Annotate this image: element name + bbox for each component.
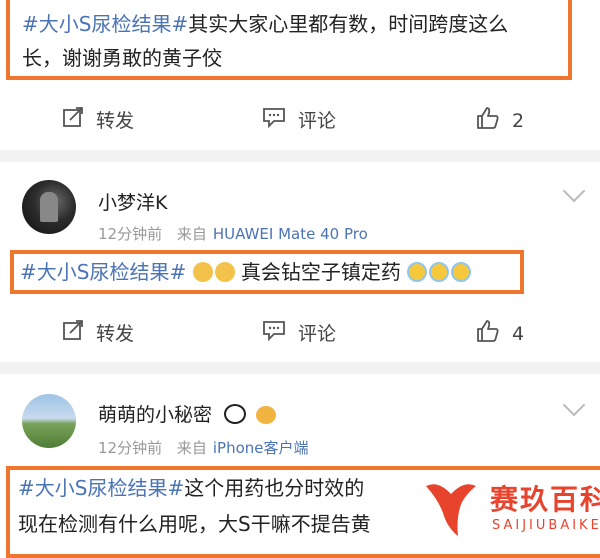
device-source[interactable]: HUAWEI Mate 40 Pro (213, 225, 368, 243)
hashtag-link[interactable]: #大小S尿检结果# (18, 476, 184, 500)
repost-icon (62, 106, 96, 133)
comment-button[interactable]: 评论 (262, 106, 336, 133)
chevron-down-icon[interactable] (562, 393, 586, 417)
post-separator (0, 362, 600, 374)
panda-emoji-icon (224, 404, 247, 424)
doge-emoji-icon (192, 262, 213, 282)
laugh-cry-emoji-icon (407, 262, 428, 282)
like-button[interactable]: 2 (476, 106, 524, 135)
laugh-cry-emoji-icon (429, 262, 450, 282)
avatar[interactable] (22, 180, 76, 234)
chevron-down-icon[interactable] (562, 179, 586, 203)
post-separator (0, 150, 600, 162)
comment-icon (262, 319, 298, 346)
doge-emoji-icon (214, 262, 235, 282)
post-text-line2: 现在检测有什么用呢，大S干嘛不提告黄 (18, 512, 371, 536)
post-text-line2: 长，谢谢勇敢的黄子佼 (22, 46, 222, 70)
pufferfish-emoji-icon (256, 406, 277, 424)
laugh-cry-emoji-icon (451, 262, 472, 282)
username[interactable]: 小梦洋K (98, 188, 167, 215)
avatar[interactable] (22, 394, 76, 448)
watermark-name: 赛玖百科 (490, 483, 600, 516)
hashtag-link[interactable]: #大小S尿检结果# (22, 12, 188, 36)
watermark-pinyin: SAIJIUBAIKE (492, 518, 600, 533)
post-text: #大小S尿检结果#这个用药也分时效的 (18, 476, 365, 500)
comment-button[interactable]: 评论 (262, 319, 336, 346)
like-button[interactable]: 4 (476, 319, 524, 348)
watermark-logo (418, 476, 484, 546)
post-meta: 12分钟前 来自 HUAWEI Mate 40 Pro (98, 225, 368, 243)
device-source[interactable]: iPhone客户端 (213, 439, 309, 457)
post-meta: 12分钟前 来自 iPhone客户端 (98, 439, 309, 457)
thumbs-up-icon (476, 106, 512, 135)
watermark: 赛玖百科 SAIJIUBAIKE (412, 470, 600, 550)
repost-button[interactable]: 转发 (62, 319, 134, 346)
repost-button[interactable]: 转发 (62, 106, 134, 133)
comment-icon (262, 106, 298, 133)
post-text: #大小S尿检结果# 真会钻空子镇定药 (20, 256, 472, 288)
hashtag-link[interactable]: #大小S尿检结果# (20, 260, 186, 284)
post-text: #大小S尿检结果#其实大家心里都有数，时间跨度这么 (22, 12, 509, 36)
repost-icon (62, 319, 96, 346)
username[interactable]: 萌萌的小秘密 (98, 400, 277, 427)
thumbs-up-icon (476, 319, 512, 348)
